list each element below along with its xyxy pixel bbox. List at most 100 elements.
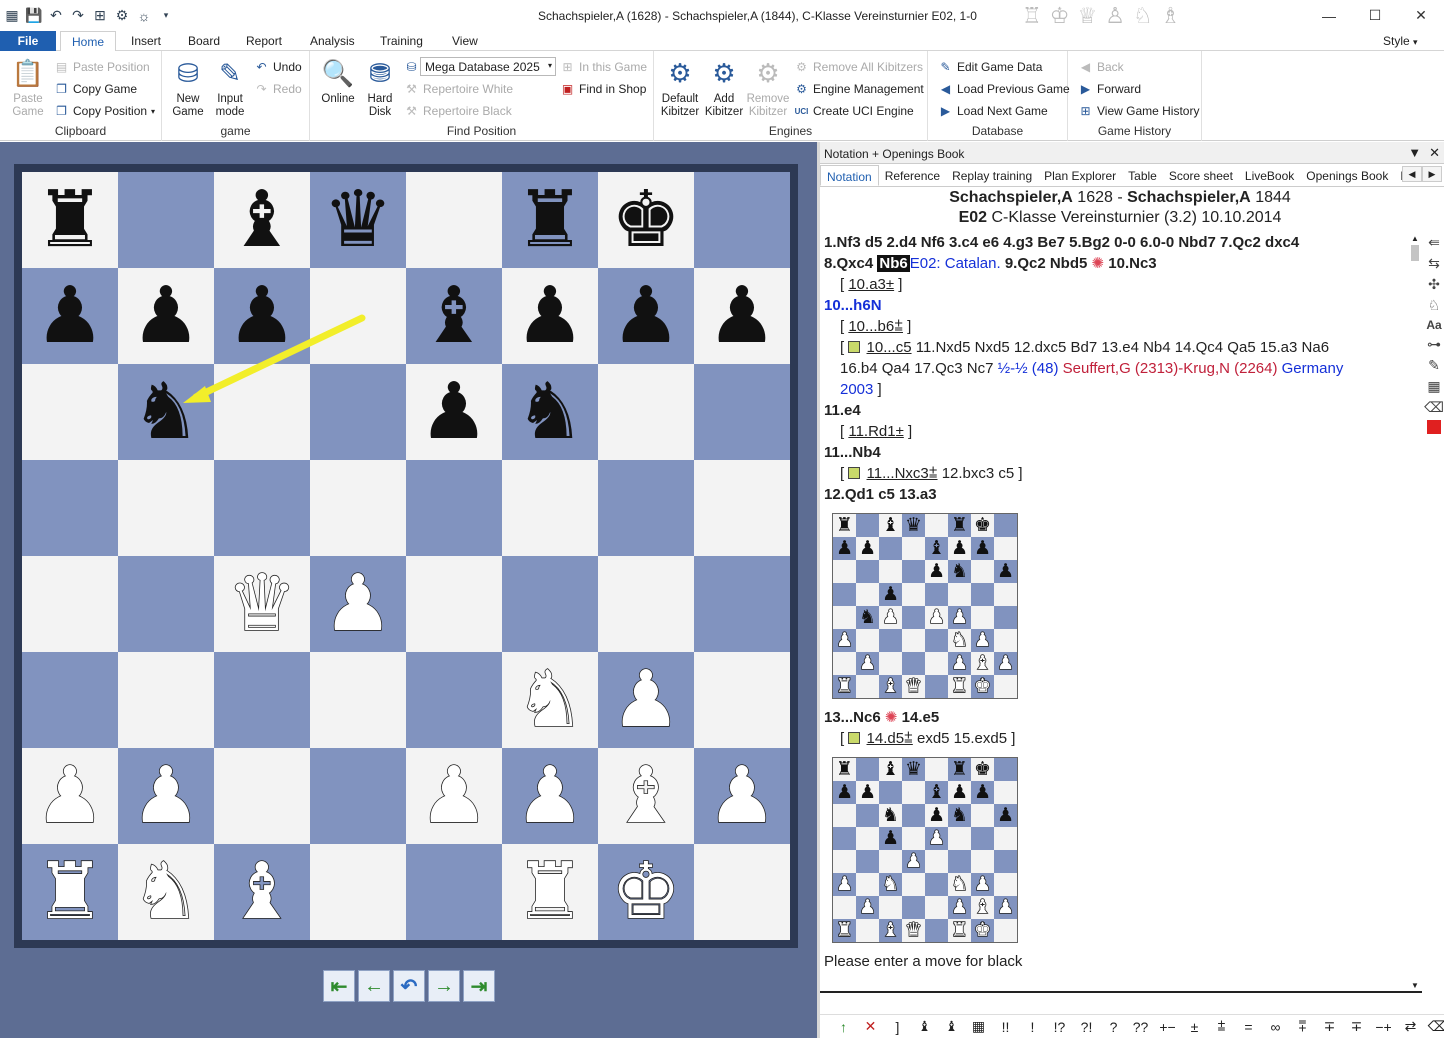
- panel-tab[interactable]: Notation: [820, 165, 879, 186]
- paste-game-button[interactable]: 📋 Paste Game: [6, 57, 50, 119]
- black-pawn-piece[interactable]: ♟: [611, 277, 681, 355]
- tab-analysis[interactable]: Analysis: [310, 34, 355, 48]
- square[interactable]: [310, 844, 406, 940]
- square[interactable]: ♟: [118, 268, 214, 364]
- create-uci-engine-button[interactable]: UCI Create UCI Engine: [794, 102, 914, 120]
- panel-tab[interactable]: LiveBook: [1239, 165, 1300, 186]
- load-previous-game-button[interactable]: ◀ Load Previous Game: [938, 80, 1070, 98]
- annotation-symbol-button[interactable]: ?!: [1073, 1019, 1100, 1035]
- square[interactable]: [310, 652, 406, 748]
- notation-line[interactable]: 11...Nb4: [824, 442, 1414, 463]
- moves[interactable]: 16.b4 Qa4 17.Qc3 Nc7: [840, 360, 993, 377]
- square[interactable]: [310, 460, 406, 556]
- remove-all-kibitzers-button[interactable]: ⚙ Remove All Kibitzers: [794, 58, 923, 76]
- square[interactable]: ♟: [694, 748, 790, 844]
- close-button[interactable]: ✕: [1398, 0, 1444, 31]
- moves[interactable]: 11.Nxd5 Nxd5 12.dxc5 Bd7 13.e4 Nb4 14.Qc…: [916, 339, 1329, 356]
- back-button[interactable]: ◀ Back: [1078, 58, 1124, 76]
- annotation-symbol-button[interactable]: ∓: [1316, 1018, 1343, 1035]
- square[interactable]: [118, 652, 214, 748]
- moves[interactable]: exd5 15.exd5: [917, 730, 1007, 747]
- square[interactable]: [598, 460, 694, 556]
- square[interactable]: [310, 268, 406, 364]
- annotation-symbol-button[interactable]: ∞: [1262, 1019, 1289, 1035]
- redo-button[interactable]: ↷ Redo: [254, 80, 301, 98]
- redo-icon[interactable]: ↷: [70, 7, 86, 24]
- annotation-symbol-button[interactable]: =: [1235, 1019, 1262, 1035]
- white-bishop-piece[interactable]: ♝: [610, 756, 682, 836]
- tab-scroll-right-button[interactable]: ▶: [1422, 166, 1442, 182]
- move[interactable]: 14.d5⩲: [867, 730, 913, 747]
- move[interactable]: 10...c5: [867, 339, 912, 356]
- square[interactable]: ♜: [502, 172, 598, 268]
- white-pawn-piece[interactable]: ♟: [322, 564, 394, 644]
- moves[interactable]: 12.bxc3 c5: [942, 465, 1015, 482]
- square[interactable]: [214, 748, 310, 844]
- square[interactable]: ♟: [214, 268, 310, 364]
- annotation-symbol-button[interactable]: !: [1019, 1019, 1046, 1035]
- square[interactable]: ♜: [22, 844, 118, 940]
- notation-scrollbar[interactable]: ▲ ▼: [1408, 234, 1422, 990]
- tree-icon[interactable]: ⊶: [1427, 336, 1441, 353]
- view-game-history-button[interactable]: ⊞ View Game History: [1078, 102, 1199, 120]
- square[interactable]: ♞: [118, 844, 214, 940]
- repertoire-white-button[interactable]: ⚒ Repertoire White: [404, 80, 513, 98]
- database-select[interactable]: Mega Database 2025 ▾: [420, 57, 556, 76]
- notation-text[interactable]: 1.Nf3 d5 2.d4 Nf6 3.c4 e6 4.g3 Be7 5.Bg2…: [824, 232, 1414, 988]
- repertoire-black-button[interactable]: ⚒ Repertoire Black: [404, 102, 512, 120]
- current-move[interactable]: Nb6: [877, 255, 910, 272]
- square[interactable]: [118, 460, 214, 556]
- customize-icon[interactable]: ▾: [158, 8, 174, 24]
- white-pawn-piece[interactable]: ♟: [610, 660, 682, 740]
- annotation-symbol-button[interactable]: ▦: [965, 1018, 992, 1035]
- annotation-symbol-button[interactable]: !?: [1046, 1019, 1073, 1035]
- square[interactable]: [214, 652, 310, 748]
- default-kibitzer-button[interactable]: ⚙ Default Kibitzer: [658, 57, 702, 119]
- chess-board[interactable]: ♜ ♝ ♛ ♜ ♚ ♟ ♟ ♟ ♝ ♟ ♟ ♟ ♞ ♟ ♞ ♛ ♟ ♞ ♟ ♟ ♟ ♟ ♟ ♝ ♟ ♜ ♞ ♝ ♜ ♚: [22, 172, 790, 940]
- square[interactable]: ♞: [118, 364, 214, 460]
- square[interactable]: ♟: [406, 364, 502, 460]
- square[interactable]: [406, 652, 502, 748]
- annotation-symbol-button[interactable]: ✕: [857, 1018, 884, 1035]
- white-king-piece[interactable]: ♚: [610, 852, 682, 932]
- square[interactable]: ♟: [694, 268, 790, 364]
- panel-tab[interactable]: Reference: [879, 165, 946, 186]
- remove-kibitzer-button[interactable]: ⚙ Remove Kibitzer: [746, 57, 790, 119]
- black-bishop-piece[interactable]: ♝: [419, 277, 489, 355]
- square[interactable]: [118, 556, 214, 652]
- tab-insert[interactable]: Insert: [131, 34, 161, 48]
- add-kibitzer-button[interactable]: ⚙ Add Kibitzer: [702, 57, 746, 119]
- black-pawn-piece[interactable]: ♟: [227, 277, 297, 355]
- black-rook-piece[interactable]: ♜: [35, 181, 105, 259]
- edit-game-data-button[interactable]: ✎ Edit Game Data: [938, 58, 1042, 76]
- black-pawn-piece[interactable]: ♟: [707, 277, 777, 355]
- gear-icon[interactable]: ⚙: [114, 7, 130, 24]
- tab-report[interactable]: Report: [246, 34, 282, 48]
- square[interactable]: [214, 364, 310, 460]
- white-queen-piece[interactable]: ♛: [226, 564, 298, 644]
- white-pawn-piece[interactable]: ♟: [34, 756, 106, 836]
- panel-tab[interactable]: Replay training: [946, 165, 1038, 186]
- square[interactable]: ♛: [214, 556, 310, 652]
- square[interactable]: ♟: [406, 748, 502, 844]
- tab-training[interactable]: Training: [380, 34, 423, 48]
- undo-icon[interactable]: ↶: [48, 7, 64, 24]
- annotation-symbol-button[interactable]: ↑: [830, 1019, 857, 1035]
- square[interactable]: ♛: [310, 172, 406, 268]
- square[interactable]: ♜: [22, 172, 118, 268]
- square[interactable]: [406, 172, 502, 268]
- square[interactable]: ♚: [598, 172, 694, 268]
- square[interactable]: ♝: [406, 268, 502, 364]
- square[interactable]: [118, 172, 214, 268]
- black-king-piece[interactable]: ♚: [611, 181, 681, 259]
- annotation-symbol-button[interactable]: ♝: [911, 1018, 938, 1035]
- tab-scroll-left-button[interactable]: ◀: [1402, 166, 1422, 182]
- pawn-icon[interactable]: ♙: [1105, 3, 1125, 29]
- black-pawn-piece[interactable]: ♟: [35, 277, 105, 355]
- maximize-button[interactable]: ☐: [1352, 0, 1398, 31]
- square[interactable]: [694, 460, 790, 556]
- next-move-button[interactable]: →: [428, 970, 460, 1002]
- square[interactable]: ♟: [22, 268, 118, 364]
- square[interactable]: [694, 364, 790, 460]
- font-icon[interactable]: Aa: [1426, 318, 1441, 332]
